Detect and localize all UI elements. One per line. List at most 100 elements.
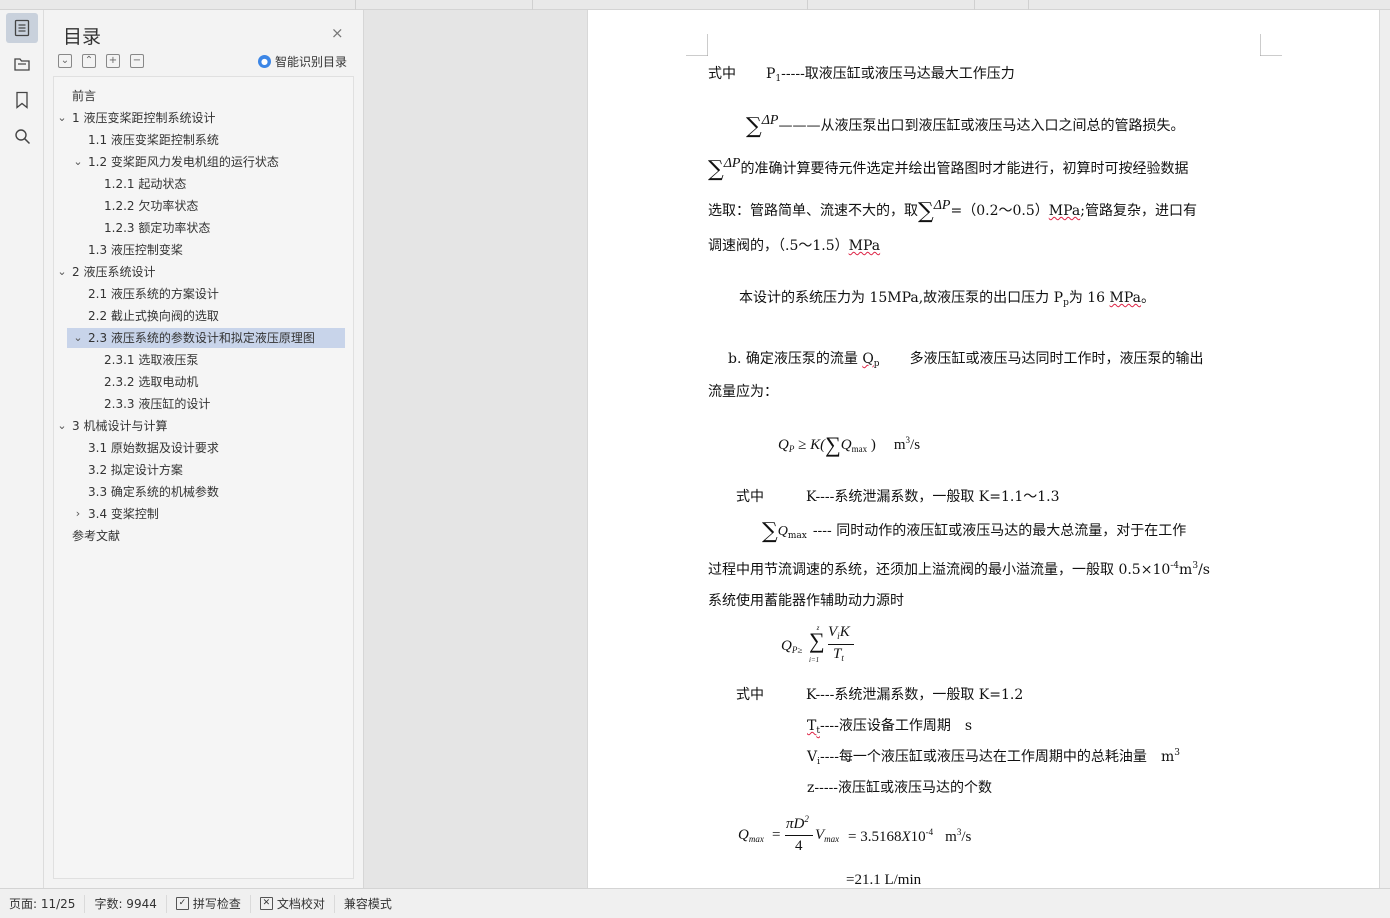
toc-item[interactable]: 1.2.1 起动状态: [104, 174, 344, 194]
sum-lower-limit: i=1: [809, 656, 820, 664]
doc-line: ∑ΔP的准确计算要待元件选定并绘出管路图时才能进行，初算时可按经验数据: [708, 156, 1189, 182]
strip-divider: [974, 0, 975, 10]
formula-v: Vmax: [815, 827, 839, 844]
doc-text: T: [807, 718, 817, 734]
toc-item[interactable]: 3.4 变桨控制: [88, 504, 344, 524]
toc-list: 前言 1 液压变桨距控制系统设计 ⌄ 1.1 液压变桨距控制系统 1.2 变桨距风力发电…: [53, 76, 354, 879]
search-icon[interactable]: [6, 121, 38, 151]
doc-math: ΔP: [761, 113, 779, 128]
close-icon[interactable]: ×: [331, 25, 344, 41]
toc-item[interactable]: 2 液压系统设计: [72, 262, 344, 282]
toc-item[interactable]: 1.2.2 欠功率状态: [104, 196, 344, 216]
formula-text: = 3.5168: [848, 829, 902, 845]
toc-item-label: 3.4 变桨控制: [88, 507, 159, 521]
toc-item-label: 1.2 变桨距风力发电机组的运行状态: [88, 155, 279, 169]
toc-item[interactable]: 前言: [72, 86, 344, 106]
toc-item-label: 3.3 确定系统的机械参数: [88, 485, 219, 499]
outline-icon[interactable]: [6, 13, 38, 43]
formula-superscript: -4: [925, 827, 934, 837]
doc-text: 选取：管路简单、流速不大的，取: [708, 203, 918, 219]
toc-item[interactable]: 2.3 液压系统的参数设计和拟定液压原理图: [67, 328, 345, 348]
smart-icon: ●: [258, 55, 271, 68]
proofread-button[interactable]: ✕ 文档校对: [251, 894, 335, 913]
remove-heading-icon[interactable]: −: [130, 54, 144, 68]
doc-line: Tt----液压设备工作周期 s: [807, 715, 972, 736]
toc-item[interactable]: 1 液压变桨距控制系统设计: [72, 108, 344, 128]
page-corner-mark: [1260, 34, 1282, 56]
formula-rhs: = 3.5168X10-4 m3/s: [848, 827, 971, 846]
word-count[interactable]: 字数: 9944: [85, 894, 167, 913]
bookmark-icon[interactable]: [6, 85, 38, 115]
doc-line: Vi----每一个液压缸或液压马达在工作周期中的总耗油量 m3: [807, 746, 1180, 767]
toc-item-label: 2.1 液压系统的方案设计: [88, 287, 219, 301]
chevron-down-icon[interactable]: ⌄: [56, 416, 68, 436]
toc-item[interactable]: 参考文献: [72, 526, 344, 546]
doc-text: 的准确计算要待元件选定并绘出管路图时才能进行，初算时可按经验数据: [740, 161, 1189, 177]
smart-toc-button[interactable]: ● 智能识别目录: [258, 53, 347, 70]
toc-item[interactable]: 2.2 截止式换向阀的选取: [88, 306, 344, 326]
doc-text: K----系统泄漏系数，一般取 K=1.1～1.3: [806, 489, 1060, 505]
doc-text: z-----液压缸或液压马达的个数: [807, 780, 993, 796]
spell-check-label: 拼写检查: [192, 897, 241, 911]
doc-text: 过程中用节流调速的系统，还须加上溢流阀的最小溢流量，一般取 0.5×10: [708, 562, 1171, 578]
doc-text: 流量应为：: [708, 384, 778, 400]
doc-line: b. 确定液压泵的流量 Qp 多液压缸或液压马达同时工作时，液压泵的输出: [728, 348, 1204, 369]
chevron-down-icon[interactable]: ⌄: [72, 328, 84, 348]
toc-item-label: 1 液压变桨距控制系统设计: [72, 111, 216, 125]
fraction-bar: [828, 644, 854, 645]
doc-text: K----系统泄漏系数，一般取 K=1.2: [806, 687, 1024, 703]
toc-item[interactable]: 1.2 变桨距风力发电机组的运行状态: [88, 152, 344, 172]
doc-text: -----取液压缸或液压马达最大工作压力: [781, 66, 1015, 82]
doc-line: 调速阀的，（.5～1.5）MPa: [708, 235, 880, 255]
formula-unit: m: [945, 829, 957, 845]
vertical-scrollbar[interactable]: [1380, 10, 1390, 888]
doc-subscript: max: [787, 531, 807, 541]
toc-item[interactable]: 2.3.1 选取液压泵: [104, 350, 344, 370]
expand-up-icon[interactable]: ⌃: [82, 54, 96, 68]
toc-item-label: 2.2 截止式换向阀的选取: [88, 309, 219, 323]
doc-text: 多液压缸或液压马达同时工作时，液压泵的输出: [909, 351, 1204, 367]
chevron-down-icon[interactable]: ⌄: [56, 262, 68, 282]
doc-text: s: [964, 718, 973, 734]
add-heading-icon[interactable]: +: [106, 54, 120, 68]
doc-line: 式中 P1-----取液压缸或液压马达最大工作压力: [708, 63, 1015, 84]
fraction-numerator: ViK: [828, 624, 850, 641]
toc-item[interactable]: 3.2 拟定设计方案: [88, 460, 344, 480]
chevron-down-icon[interactable]: ⌄: [56, 108, 68, 128]
formula-text: ): [867, 437, 876, 453]
formula-text: V: [828, 624, 838, 640]
left-icon-rail: [0, 10, 44, 888]
spell-check-button[interactable]: ✓ 拼写检查: [167, 894, 251, 913]
sigma-symbol: ∑: [762, 519, 778, 544]
doc-text: /s: [1198, 562, 1210, 578]
sigma-symbol: ∑: [918, 199, 934, 224]
toc-item[interactable]: 1.3 液压控制变桨: [88, 240, 344, 260]
folder-tree-icon[interactable]: [6, 49, 38, 79]
toc-item[interactable]: 3 机械设计与计算: [72, 416, 344, 436]
toc-item[interactable]: 1.1 液压变桨距控制系统: [88, 130, 344, 150]
toc-item[interactable]: 2.3.2 选取电动机: [104, 372, 344, 392]
chevron-right-icon[interactable]: ›: [72, 504, 84, 524]
collapse-all-icon[interactable]: ⌄: [58, 54, 72, 68]
doc-line: 式中 K----系统泄漏系数，一般取 K=1.1～1.3: [736, 486, 1060, 506]
fraction-denominator: Tt: [833, 646, 844, 663]
doc-text: V: [807, 749, 818, 765]
doc-text: MPa: [1048, 203, 1081, 219]
fraction-bar: [785, 835, 813, 836]
toc-item[interactable]: 3.1 原始数据及设计要求: [88, 438, 344, 458]
toc-item[interactable]: 2.1 液压系统的方案设计: [88, 284, 344, 304]
chevron-down-icon[interactable]: ⌄: [72, 152, 84, 172]
toc-item[interactable]: 3.3 确定系统的机械参数: [88, 482, 344, 502]
formula-lhs: QP≥: [781, 638, 802, 655]
top-toolbar-strip: [0, 0, 1390, 10]
formula-subscript: max: [851, 444, 868, 454]
page-indicator[interactable]: 页面: 11/25: [0, 894, 86, 913]
toc-item[interactable]: 1.2.3 额定功率状态: [104, 218, 344, 238]
fraction-denominator: 4: [795, 838, 803, 854]
toc-item-label: 1.2.2 欠功率状态: [104, 199, 199, 213]
doc-line: z-----液压缸或液压马达的个数: [807, 777, 992, 797]
toc-item[interactable]: 2.3.3 液压缸的设计: [104, 394, 344, 414]
formula-subscript: max: [824, 834, 840, 844]
formula-subscript: P≥: [791, 645, 803, 655]
doc-math: ΔP: [933, 198, 951, 213]
